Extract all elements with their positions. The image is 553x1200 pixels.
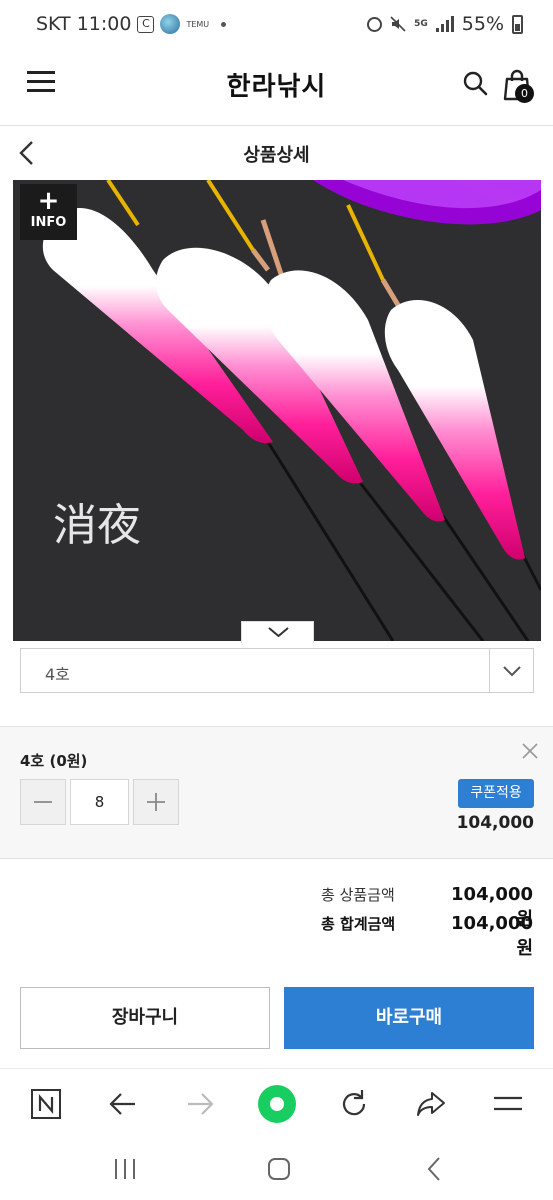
- close-icon[interactable]: [520, 741, 540, 761]
- buy-now-button[interactable]: 바로구매: [284, 987, 534, 1049]
- fishing-float-illustration: 消夜: [13, 180, 541, 641]
- search-icon[interactable]: [462, 70, 488, 96]
- add-to-cart-button[interactable]: 장바구니: [20, 987, 270, 1049]
- plus-icon: [147, 793, 165, 811]
- refresh-icon[interactable]: [337, 1087, 371, 1121]
- option-dropdown-button[interactable]: [489, 649, 533, 692]
- grand-total-label: 총 합계금액: [321, 915, 396, 933]
- grand-total-value: 104,000원: [451, 913, 533, 959]
- product-image-caption: 消夜: [53, 500, 141, 551]
- battery-icon: [512, 14, 523, 34]
- apply-coupon-button[interactable]: 쿠폰적용: [458, 779, 534, 808]
- menu-icon[interactable]: [491, 1087, 525, 1121]
- info-badge[interactable]: + INFO: [20, 184, 77, 240]
- option-select-value: 4호: [45, 665, 70, 684]
- naver-green-dot-icon[interactable]: [256, 1083, 298, 1125]
- more-notifications-dot-icon: [221, 21, 227, 27]
- mute-icon: [390, 16, 406, 32]
- app-notification-icon: [160, 14, 181, 34]
- status-right: 5G 55%: [367, 13, 523, 35]
- quantity-input[interactable]: 8: [70, 779, 129, 825]
- site-header: 한라낚시: [0, 46, 553, 126]
- nav-back-icon[interactable]: [420, 1156, 450, 1182]
- selected-option-panel: 4호 (0원) 8 쿠폰적용 104,000: [0, 726, 553, 859]
- browser-toolbar: [0, 1068, 553, 1138]
- android-navigation-bar: [0, 1138, 553, 1200]
- status-time: SKT 11:00: [36, 13, 132, 35]
- page-title: 상품상세: [243, 145, 310, 166]
- status-left: SKT 11:00 C TEMU: [36, 13, 227, 35]
- quantity-increase-button[interactable]: [133, 779, 179, 825]
- share-icon[interactable]: [414, 1087, 448, 1121]
- image-expand-toggle[interactable]: [241, 621, 314, 643]
- product-image[interactable]: 消夜: [13, 180, 541, 641]
- plus-icon: +: [37, 186, 60, 216]
- info-label: INFO: [30, 215, 67, 230]
- temu-notification-label: TEMU: [186, 19, 210, 29]
- naver-n-icon[interactable]: [29, 1087, 63, 1121]
- minus-icon: [34, 801, 52, 803]
- notification-c-icon: C: [137, 15, 155, 33]
- network-type-icon: 5G: [414, 18, 428, 29]
- order-totals: 총 상품금액 104,000원 총 합계금액 104,000원: [0, 860, 553, 970]
- alarm-icon: [367, 16, 383, 32]
- recent-apps-icon[interactable]: [110, 1156, 140, 1182]
- status-bar: SKT 11:00 C TEMU 5G 55%: [0, 0, 553, 46]
- page-subheader: 상품상세: [0, 127, 553, 179]
- home-icon[interactable]: [264, 1156, 294, 1182]
- battery-percent: 55%: [461, 13, 504, 35]
- forward-arrow-icon[interactable]: [183, 1087, 217, 1121]
- chevron-down-icon: [268, 627, 289, 638]
- grand-total-row: 총 합계금액 104,000원: [321, 913, 533, 960]
- selected-option-price: 104,000: [456, 813, 534, 833]
- selected-option-name: 4호 (0원): [20, 752, 88, 770]
- product-total-label: 총 상품금액: [321, 886, 395, 904]
- chevron-down-icon: [503, 666, 521, 677]
- cart-count-badge: 0: [515, 84, 534, 103]
- back-arrow-icon[interactable]: [106, 1087, 140, 1121]
- quantity-decrease-button[interactable]: [20, 779, 66, 825]
- option-select[interactable]: 4호: [20, 648, 534, 693]
- signal-icon: [435, 16, 454, 32]
